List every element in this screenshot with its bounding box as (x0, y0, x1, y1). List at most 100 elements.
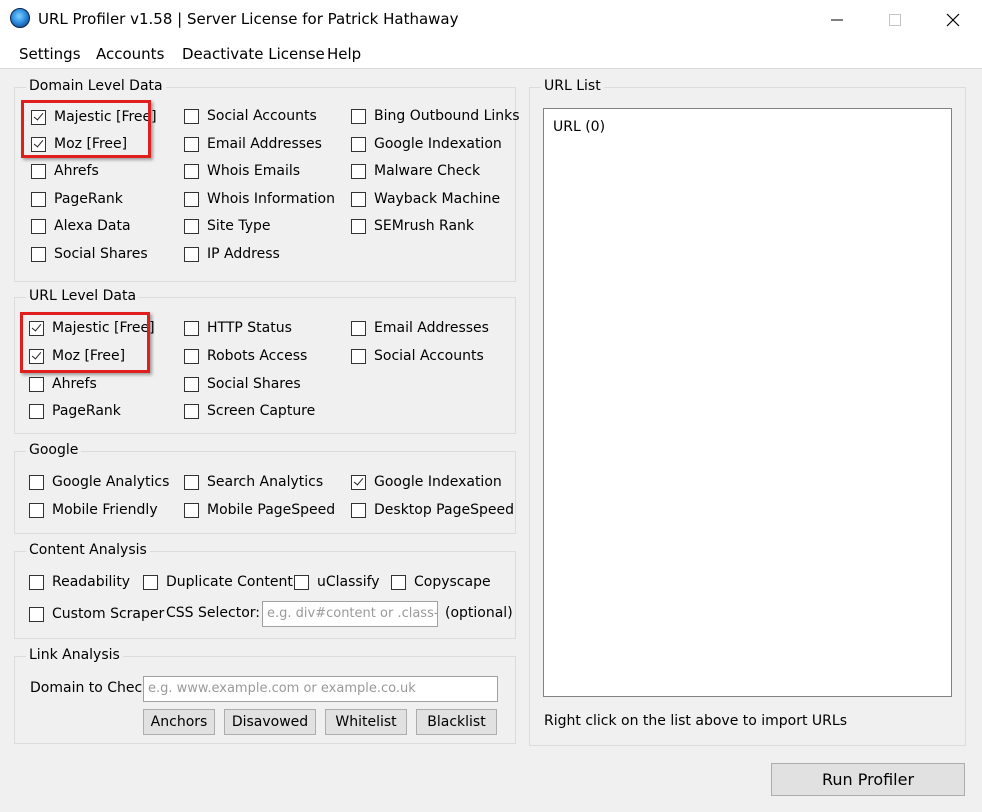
checkbox-icon (31, 246, 46, 262)
checkbox-icon (31, 191, 46, 207)
checkbox-icon (29, 574, 44, 590)
url-list-header: URL (0) (553, 119, 606, 135)
url-checkbox-social-accounts[interactable]: Social Accounts (351, 346, 484, 366)
content-checkbox-readability[interactable]: Readability (29, 572, 130, 592)
content-checkbox-copyscape[interactable]: Copyscape (391, 572, 491, 592)
anchors-button[interactable]: Anchors (143, 709, 215, 735)
whitelist-button[interactable]: Whitelist (325, 709, 407, 735)
url-list-box[interactable]: URL (0) (543, 108, 952, 697)
close-icon (946, 13, 960, 26)
run-profiler-button[interactable]: Run Profiler (771, 763, 965, 796)
url-list-title: URL List (541, 78, 604, 94)
google-checkbox-desktop-pagespeed[interactable]: Desktop PageSpeed (351, 500, 514, 520)
url-checkbox-ahrefs[interactable]: Ahrefs (29, 374, 97, 394)
google-checkbox-mobile-friendly[interactable]: Mobile Friendly (29, 500, 158, 520)
checkbox-icon (29, 320, 44, 336)
checkbox-icon (143, 574, 158, 590)
checkbox-icon (31, 218, 46, 234)
domain-checkbox-pagerank[interactable]: PageRank (31, 189, 123, 209)
domain-checkbox-email-addresses[interactable]: Email Addresses (184, 134, 322, 154)
link-analysis-title: Link Analysis (26, 647, 123, 663)
checkbox-icon (29, 376, 44, 392)
google-checkbox-analytics[interactable]: Google Analytics (29, 472, 169, 492)
google-group (14, 451, 516, 534)
content-checkbox-duplicate-content[interactable]: Duplicate Content (143, 572, 293, 592)
checkbox-icon (184, 403, 199, 419)
domain-checkbox-moz[interactable]: Moz [Free] (31, 134, 127, 154)
checkbox-icon (31, 136, 46, 152)
checkbox-icon (29, 502, 44, 518)
minimize-button[interactable] (808, 0, 866, 39)
optional-label: (optional) (445, 605, 513, 621)
domain-checkbox-google-indexation[interactable]: Google Indexation (351, 134, 502, 154)
google-checkbox-search-analytics[interactable]: Search Analytics (184, 472, 323, 492)
checkbox-icon (294, 574, 309, 590)
menu-settings[interactable]: Settings (19, 45, 81, 63)
content-analysis-title: Content Analysis (26, 542, 150, 558)
google-title: Google (26, 442, 82, 458)
checkbox-icon (184, 320, 199, 336)
checkbox-icon (351, 348, 366, 364)
domain-to-check-input[interactable]: e.g. www.example.com or example.co.uk (143, 676, 498, 702)
domain-checkbox-malware-check[interactable]: Malware Check (351, 161, 480, 181)
url-checkbox-email-addresses[interactable]: Email Addresses (351, 318, 489, 338)
domain-checkbox-social-shares[interactable]: Social Shares (31, 244, 148, 264)
css-selector-input[interactable]: e.g. div#content or .class-na (262, 601, 438, 627)
checkbox-icon (351, 136, 366, 152)
domain-checkbox-semrush-rank[interactable]: SEMrush Rank (351, 216, 474, 236)
maximize-icon (889, 13, 901, 26)
url-level-title: URL Level Data (26, 288, 140, 304)
menu-accounts[interactable]: Accounts (96, 45, 164, 63)
url-checkbox-moz[interactable]: Moz [Free] (29, 346, 125, 366)
url-checkbox-screen-capture[interactable]: Screen Capture (184, 401, 315, 421)
checkbox-icon (351, 191, 366, 207)
checkbox-icon (184, 246, 199, 262)
content-checkbox-uclassify[interactable]: uClassify (294, 572, 380, 592)
checkbox-icon (351, 474, 366, 490)
disavowed-button[interactable]: Disavowed (224, 709, 316, 735)
checkbox-icon (184, 163, 199, 179)
checkbox-icon (29, 606, 44, 622)
title-bar: URL Profiler v1.58 | Server License for … (0, 0, 982, 39)
checkbox-icon (184, 376, 199, 392)
checkbox-icon (351, 502, 366, 518)
window-title: URL Profiler v1.58 | Server License for … (38, 10, 459, 28)
content-checkbox-custom-scraper[interactable]: Custom Scraper (29, 604, 164, 624)
maximize-button[interactable] (866, 0, 924, 39)
domain-checkbox-whois-emails[interactable]: Whois Emails (184, 161, 300, 181)
css-selector-label: CSS Selector: (166, 605, 260, 621)
url-checkbox-robots-access[interactable]: Robots Access (184, 346, 307, 366)
google-checkbox-indexation[interactable]: Google Indexation (351, 472, 502, 492)
domain-checkbox-bing-outbound-links[interactable]: Bing Outbound Links (351, 106, 520, 126)
domain-level-title: Domain Level Data (26, 78, 166, 94)
domain-checkbox-whois-information[interactable]: Whois Information (184, 189, 335, 209)
domain-checkbox-wayback-machine[interactable]: Wayback Machine (351, 189, 500, 209)
checkbox-icon (29, 474, 44, 490)
checkbox-icon (391, 574, 406, 590)
blacklist-button[interactable]: Blacklist (416, 709, 497, 735)
domain-checkbox-social-accounts[interactable]: Social Accounts (184, 106, 317, 126)
google-checkbox-mobile-pagespeed[interactable]: Mobile PageSpeed (184, 500, 335, 520)
url-checkbox-social-shares[interactable]: Social Shares (184, 374, 301, 394)
checkbox-icon (29, 348, 44, 364)
url-checkbox-majestic[interactable]: Majestic [Free] (29, 318, 155, 338)
url-checkbox-pagerank[interactable]: PageRank (29, 401, 121, 421)
checkbox-icon (184, 136, 199, 152)
checkbox-icon (184, 108, 199, 124)
domain-checkbox-site-type[interactable]: Site Type (184, 216, 271, 236)
checkbox-icon (351, 218, 366, 234)
menu-help[interactable]: Help (327, 45, 361, 63)
checkbox-icon (351, 320, 366, 336)
domain-checkbox-ahrefs[interactable]: Ahrefs (31, 161, 99, 181)
checkbox-icon (29, 403, 44, 419)
checkbox-icon (184, 502, 199, 518)
domain-checkbox-ip-address[interactable]: IP Address (184, 244, 280, 264)
checkbox-icon (31, 163, 46, 179)
domain-checkbox-alexa-data[interactable]: Alexa Data (31, 216, 131, 236)
domain-checkbox-majestic[interactable]: Majestic [Free] (31, 107, 157, 127)
close-button[interactable] (924, 0, 982, 39)
checkbox-icon (184, 218, 199, 234)
menu-deactivate-license[interactable]: Deactivate License (182, 45, 325, 63)
url-checkbox-http-status[interactable]: HTTP Status (184, 318, 292, 338)
domain-to-check-label: Domain to Check: (30, 680, 156, 696)
